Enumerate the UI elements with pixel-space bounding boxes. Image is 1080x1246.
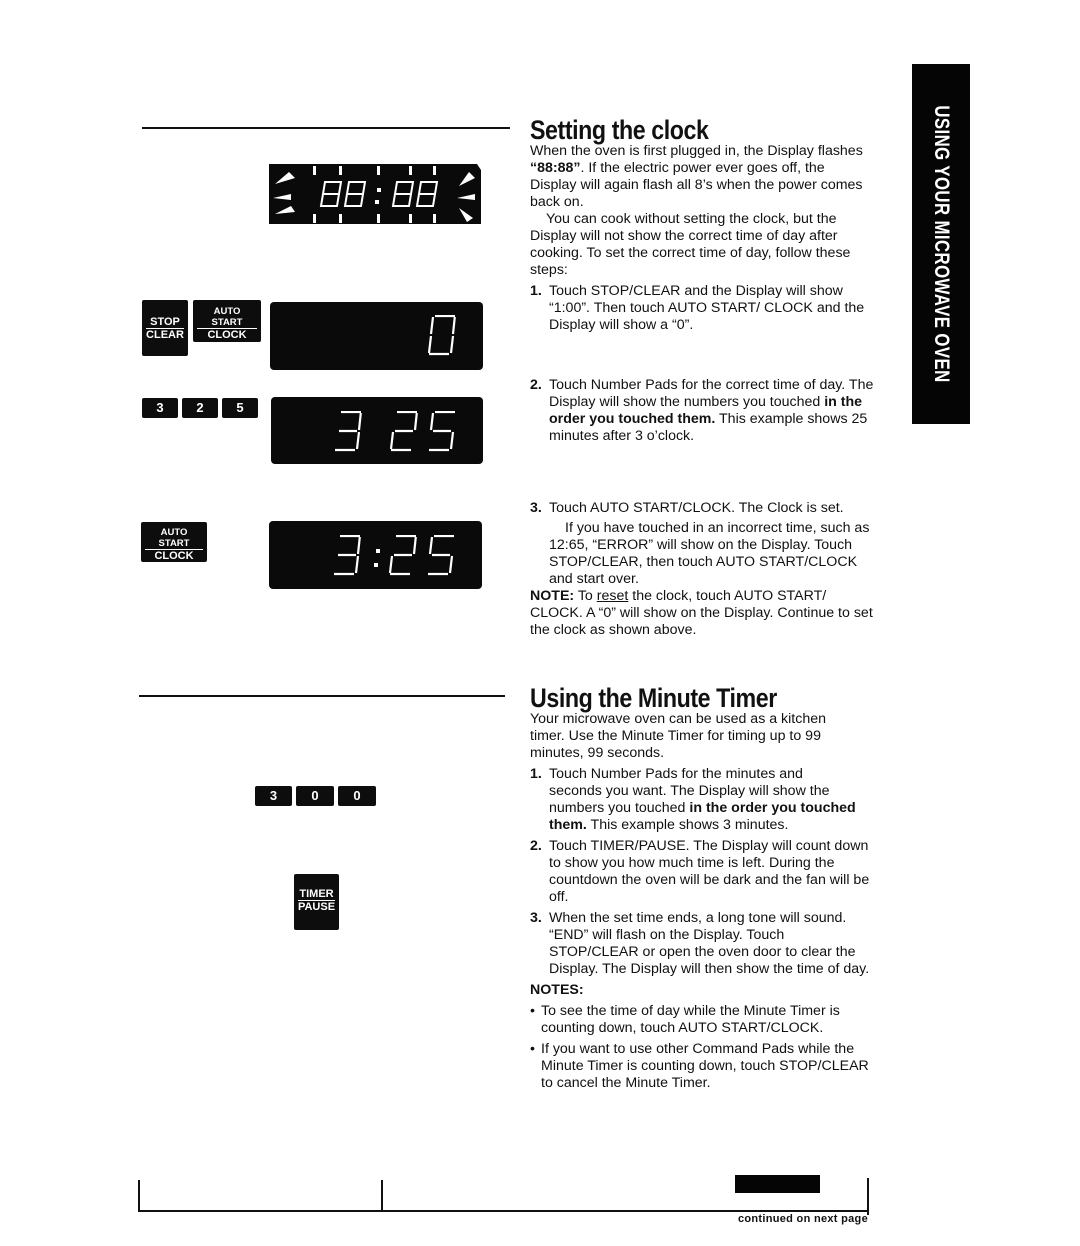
page-number-box: [735, 1175, 820, 1193]
clock-intro-1-bold: “88:88”: [530, 160, 581, 176]
clock-step-3-error-note: If you have touched in an incorrect time…: [549, 520, 870, 587]
colon-mark: [374, 549, 380, 567]
timer-section-title: Using the Minute Timer: [530, 683, 777, 713]
step-text: Touch TIMER/PAUSE. The Display will coun…: [549, 838, 870, 905]
footer-frame-left: [138, 1180, 140, 1211]
auto-start-pad-bottom: CLOCK: [154, 550, 194, 562]
stop-clear-pad-bottom: CLEAR: [146, 329, 184, 341]
note-item: • To see the time of day while the Minut…: [530, 1003, 875, 1037]
step-text: When the set time ends, a long tone will…: [549, 910, 870, 977]
timer-pause-pad[interactable]: TIMER PAUSE: [294, 874, 339, 930]
number-pad-0[interactable]: 0: [296, 786, 334, 806]
note-item-text: If you want to use other Command Pads wh…: [541, 1041, 869, 1091]
auto-start-pad-bottom: CLOCK: [207, 329, 247, 341]
continued-note: continued on next page: [737, 1213, 868, 1225]
auto-start-pad-top: AUTO START: [197, 306, 257, 329]
clock-note: NOTE: To reset the clock, touch AUTO STA…: [530, 588, 875, 639]
clock-section-rule: [142, 127, 510, 129]
display-step1: [270, 302, 483, 370]
stop-clear-pad-top: STOP: [146, 316, 184, 329]
step-number: 2.: [530, 838, 542, 854]
digit-3: [334, 534, 361, 576]
step-text: Touch AUTO START/CLOCK. The Clock is set…: [549, 500, 844, 516]
flashing-display-graphic: [269, 164, 481, 224]
note-label: NOTE:: [530, 588, 575, 604]
timer-section: Using the Minute Timer Your microwave ov…: [530, 683, 875, 1092]
timer-section-rule: [139, 695, 505, 697]
display-step3: [269, 521, 482, 589]
digit-3: [335, 410, 362, 452]
digit-2: [388, 534, 417, 576]
auto-start-clock-pad-step3[interactable]: AUTO START CLOCK: [141, 522, 207, 562]
footer-frame-mid: [381, 1180, 383, 1211]
clock-intro-1-text-b: . If the electric power ever goes off, t…: [530, 160, 863, 210]
clock-section-title: Setting the clock: [530, 115, 709, 145]
number-pad-5[interactable]: 5: [222, 398, 258, 418]
timer-pause-pad-bottom: PAUSE: [297, 901, 336, 913]
clock-number-pads: 3 2 5: [142, 398, 262, 418]
display-step2-readout: [333, 410, 465, 458]
digit-5: [428, 534, 454, 576]
step-number: 3.: [530, 910, 542, 926]
display-step1-readout: [427, 314, 465, 362]
number-pad-2[interactable]: 2: [182, 398, 218, 418]
note-underlined: reset: [596, 588, 629, 604]
clock-step-2: 2. Touch Number Pads for the correct tim…: [530, 377, 875, 445]
flashing-display: [263, 158, 485, 230]
timer-pause-pad-top: TIMER: [298, 888, 335, 901]
note-item: • If you want to use other Command Pads …: [530, 1041, 871, 1092]
clock-intro-2: You can cook without setting the clock, …: [530, 211, 851, 278]
bullet-icon: •: [530, 1003, 535, 1019]
display-step3-readout: [332, 534, 464, 582]
clock-intro-1-text: When the oven is first plugged in, the D…: [530, 143, 863, 159]
clock-step-3: 3. Touch AUTO START/CLOCK. The Clock is …: [530, 500, 875, 517]
timer-step-2: 2. Touch TIMER/PAUSE. The Display will c…: [530, 838, 875, 906]
auto-start-clock-pad[interactable]: AUTO START CLOCK: [193, 300, 261, 342]
timer-intro: Your microwave oven can be used as a kit…: [530, 711, 827, 761]
clock-section: Setting the clock When the oven is first…: [530, 115, 875, 639]
display-step2: [271, 397, 483, 464]
step-number: 3.: [530, 500, 542, 516]
notes-label: NOTES:: [530, 982, 584, 998]
number-pad-0[interactable]: 0: [338, 786, 376, 806]
step-number: 1.: [530, 766, 542, 782]
note-item-text: To see the time of day while the Minute …: [541, 1003, 840, 1036]
digit-0: [427, 314, 456, 356]
digit-2: [389, 410, 418, 452]
step-text: Touch STOP/CLEAR and the Display will sh…: [549, 283, 865, 333]
footer-frame-bottom: [138, 1210, 869, 1212]
digit-5: [429, 410, 455, 452]
number-pad-3[interactable]: 3: [142, 398, 178, 418]
auto-start-pad-top: AUTO START: [145, 527, 203, 550]
timer-step-1: 1. Touch Number Pads for the minutes and…: [530, 766, 859, 834]
clock-intro-1: When the oven is first plugged in, the D…: [530, 143, 875, 211]
timer-number-pads: 3 0 0: [255, 786, 380, 806]
note-text: To: [574, 588, 597, 604]
stop-clear-pad[interactable]: STOP CLEAR: [142, 300, 188, 356]
bullet-icon: •: [530, 1041, 535, 1057]
step-text-b: This example shows 3 minutes.: [586, 817, 789, 833]
step-number: 2.: [530, 377, 542, 393]
section-side-tab: USING YOUR MICROWAVE OVEN: [912, 64, 970, 424]
side-tab-label: USING YOUR MICROWAVE OVEN: [930, 105, 953, 383]
number-pad-3[interactable]: 3: [255, 786, 292, 806]
step-number: 1.: [530, 283, 542, 299]
clock-step-1: 1. Touch STOP/CLEAR and the Display will…: [530, 283, 875, 334]
timer-step-3: 3. When the set time ends, a long tone w…: [530, 910, 875, 978]
